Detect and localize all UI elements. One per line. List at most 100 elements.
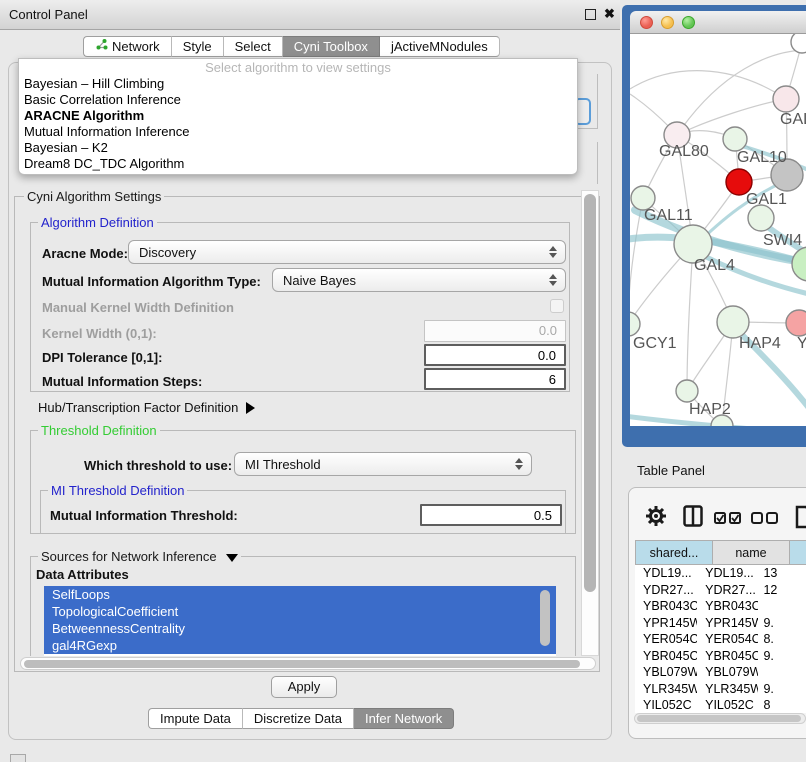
column-header-name[interactable]: name [713,540,790,565]
network-node-hap2[interactable] [676,380,698,402]
minimize-window-icon[interactable] [661,16,674,29]
algorithm-dropdown-list: Bayesian – Hill ClimbingBasic Correlatio… [19,76,577,172]
table-row[interactable]: YPR145WYPR145W9. [635,615,806,632]
tab-select[interactable]: Select [224,36,283,57]
sources-expander[interactable]: Sources for Network Inference [38,549,241,564]
network-node-hap4[interactable] [717,306,749,338]
mi-threshold-field[interactable]: 0.5 [420,504,562,526]
float-panel-icon[interactable] [585,9,596,20]
tab-discretize-data[interactable]: Discretize Data [243,708,354,729]
table-horizontal-scrollbar-thumb[interactable] [637,715,801,722]
mi-steps-label: Mutual Information Steps: [42,374,202,389]
algorithm-definition-title: Algorithm Definition [38,215,157,230]
tab-jactivemnodules[interactable]: jActiveMNodules [380,36,500,57]
table-cell: 8. [758,631,806,648]
network-node-swi4[interactable] [748,205,774,231]
algo-option-dream8-dc-tdc-algorithm[interactable]: Dream8 DC_TDC Algorithm [19,156,577,172]
network-canvas[interactable]: GALGAL80GAL10GAL1GAL11SWI4GAL4GCY1HAP4YH… [630,34,806,426]
tab-label: Discretize Data [254,709,342,728]
expander-collapsed-icon [246,402,255,414]
which-threshold-combobox[interactable]: MI Threshold [234,452,532,476]
which-threshold-label: Which threshold to use: [84,458,232,473]
control-panel-titlebar [0,0,620,30]
algo-option-bayesian-k2[interactable]: Bayesian – K2 [19,140,577,156]
table-row[interactable]: YBR045CYBR045C9. [635,648,806,665]
tab-infer-network[interactable]: Infer Network [354,708,454,729]
algo-option-mutual-information-inference[interactable]: Mutual Information Inference [19,124,577,140]
algorithm-dropdown-prompt: Select algorithm to view settings [19,59,577,76]
algo-option-bayesian-hill-climbing[interactable]: Bayesian – Hill Climbing [19,76,577,92]
cyni-settings-title: Cyni Algorithm Settings [24,189,164,204]
bottom-left-chip [10,754,26,762]
hub-definition-expander[interactable]: Hub/Transcription Factor Definition [38,400,255,415]
close-window-icon[interactable] [640,16,653,29]
columns-icon[interactable] [683,505,703,532]
network-node-gal10[interactable] [723,127,747,151]
table-row[interactable]: YBR043CYBR043C [635,598,806,615]
which-threshold-value: MI Threshold [245,457,321,472]
manual-kernel-checkbox[interactable] [550,299,564,313]
node-label-gcy1: GCY1 [633,335,677,352]
tab-style[interactable]: Style [172,36,224,57]
aracne-mode-combobox[interactable]: Discovery [128,240,566,264]
mi-type-combobox[interactable]: Naive Bayes [272,268,566,292]
page-icon[interactable] [795,505,806,534]
settings-horizontal-scrollbar-thumb[interactable] [24,660,580,668]
node-label-hap2: HAP2 [689,401,731,418]
tab-impute-data[interactable]: Impute Data [148,708,243,729]
close-panel-icon[interactable]: ✖ [604,6,615,22]
network-node-gal[interactable] [773,86,799,112]
attribute-option-topologicalcoefficient[interactable]: TopologicalCoefficient [44,603,556,620]
zoom-window-icon[interactable] [682,16,695,29]
table-cell: YBR045C [697,648,758,665]
table-row[interactable]: YBL079WYBL079W [635,664,806,681]
network-edge[interactable] [630,71,786,99]
unchecked-pair-icon[interactable] [751,512,779,530]
mi-steps-field[interactable]: 6 [424,368,566,390]
algo-option-aracne-algorithm[interactable]: ARACNE Algorithm [19,108,577,124]
hidden-groupbox-border [597,142,598,184]
gear-icon[interactable] [645,505,667,532]
tab-label: jActiveMNodules [391,37,488,56]
table-cell: YIL052C [697,697,758,713]
network-node-gcy1[interactable] [630,312,640,336]
tab-label: Style [183,37,212,56]
node-label-gal10: GAL10 [737,149,787,166]
aracne-mode-label: Aracne Mode: [42,246,128,261]
combo-spinner-icon [515,458,523,470]
table-cell: YIL052C [635,697,697,713]
dpi-tolerance-field[interactable]: 0.0 [424,344,566,366]
table-cell: YBR045C [635,648,697,665]
network-edge[interactable] [687,244,693,391]
table-row[interactable]: YIL052CYIL052C8 [635,697,806,713]
table-cell: YPR145W [697,615,758,632]
table-cell: YLR345W [697,681,758,698]
table-panel-title: Table Panel [637,463,705,478]
table-header-row: shared...name [635,540,806,565]
kernel-width-field[interactable]: 0.0 [424,320,566,342]
attribute-option-selfloops[interactable]: SelfLoops [44,586,556,603]
attribute-option-betweennesscentrality[interactable]: BetweennessCentrality [44,620,556,637]
tab-label: Network [112,37,160,56]
attribute-list-scrollbar[interactable] [540,590,550,646]
settings-vertical-scrollbar-thumb[interactable] [584,194,596,592]
column-header-2[interactable] [790,540,806,565]
network-node[interactable] [792,247,806,281]
table-cell: YDL19... [635,565,697,582]
tab-network[interactable]: Network [83,36,172,57]
apply-button[interactable]: Apply [271,676,337,698]
algo-option-basic-correlation-inference[interactable]: Basic Correlation Inference [19,92,577,108]
attribute-option-gal4rgexp[interactable]: gal4RGexp [44,637,556,654]
node-label-gal80: GAL80 [659,143,709,160]
network-node[interactable] [791,34,806,53]
table-row[interactable]: YDR27...YDR27...12 [635,582,806,599]
checked-pair-icon[interactable] [714,512,742,530]
table-cell [758,664,806,681]
screen: Control Panel ✖ NetworkStyleSelectCyni T… [0,0,806,762]
table-row[interactable]: YLR345WYLR345W9. [635,681,806,698]
column-header-shared[interactable]: shared... [635,540,713,565]
table-row[interactable]: YER054CYER054C8. [635,631,806,648]
table-row[interactable]: YDL19...YDL19...13 [635,565,806,582]
tab-cyni-toolbox[interactable]: Cyni Toolbox [283,36,380,57]
network-node-y[interactable] [786,310,806,336]
